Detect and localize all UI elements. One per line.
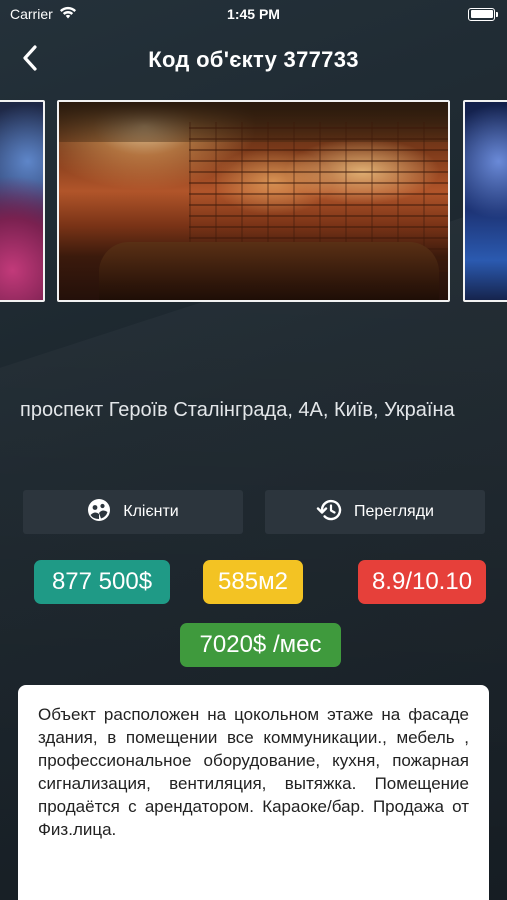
- description-card: Объект расположен на цокольном этаже на …: [18, 685, 489, 900]
- page-title: Код об'єкту 377733: [148, 47, 359, 72]
- clients-icon: [87, 498, 111, 527]
- price-badge: 877 500$: [34, 560, 170, 604]
- wifi-icon: [59, 6, 77, 22]
- navigation-bar: Код об'єкту 377733: [0, 28, 507, 92]
- views-button-label: Перегляди: [354, 503, 434, 520]
- battery-icon: [468, 7, 498, 21]
- photo-sofa: [99, 242, 439, 300]
- gallery-photo-next[interactable]: [463, 100, 507, 302]
- status-bar: Carrier 1:45 PM: [0, 0, 507, 28]
- gallery-photo-current[interactable]: [57, 100, 450, 302]
- battery-level: [470, 10, 493, 18]
- carrier-label: Carrier: [10, 6, 53, 22]
- clients-button[interactable]: Клієнти: [23, 490, 243, 534]
- photo-gallery[interactable]: [0, 96, 507, 310]
- description-text: Объект расположен на цокольном этаже на …: [38, 705, 469, 839]
- listing-address: проспект Героїв Сталінграда, 4А, Київ, У…: [20, 399, 455, 421]
- back-button[interactable]: [12, 42, 48, 78]
- views-button[interactable]: Перегляди: [265, 490, 485, 534]
- area-badge: 585м2: [203, 560, 303, 604]
- history-icon: [316, 498, 342, 527]
- status-left: Carrier: [10, 6, 77, 22]
- chevron-left-icon: [22, 44, 38, 76]
- screen: Carrier 1:45 PM Код об'єкту 377733 просп…: [0, 0, 507, 900]
- gallery-photo-previous[interactable]: [0, 100, 45, 302]
- clients-button-label: Клієнти: [123, 503, 179, 520]
- rating-badge: 8.9/10.10: [358, 560, 486, 604]
- rent-badge: 7020$ /мес: [180, 623, 341, 667]
